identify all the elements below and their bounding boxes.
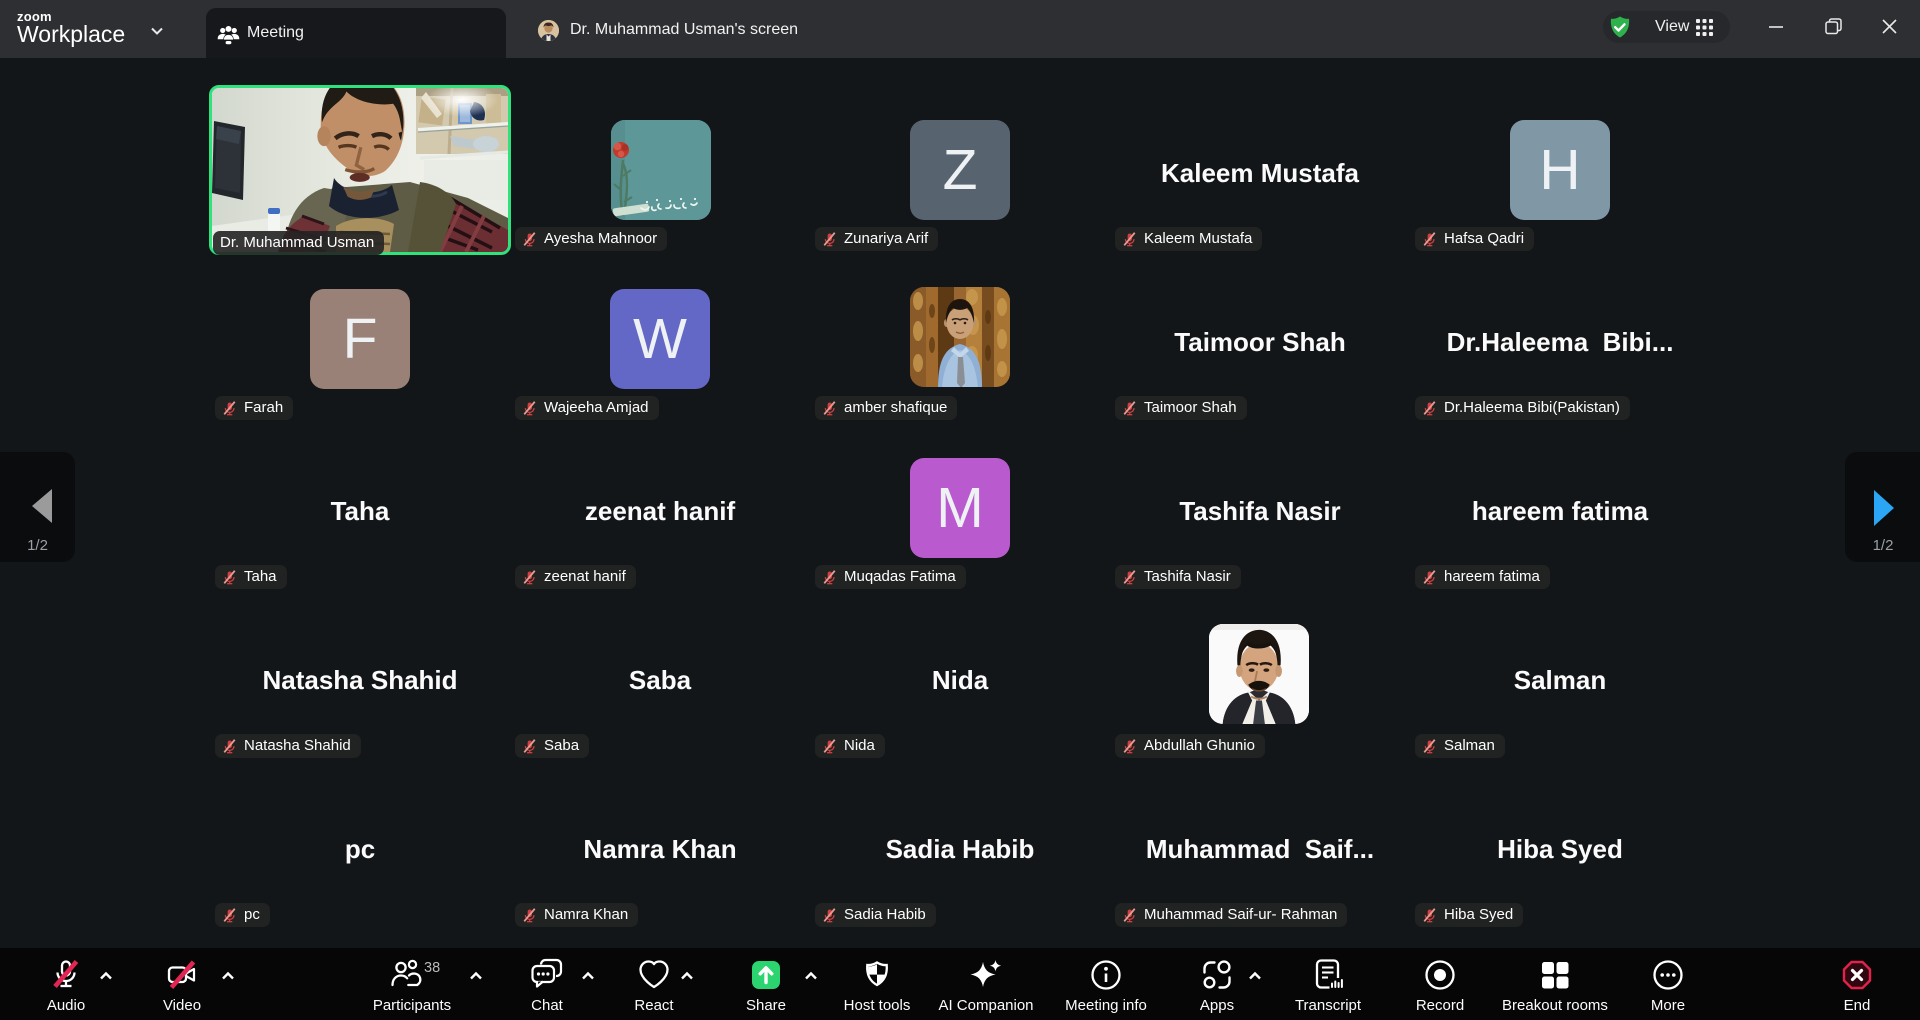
svg-text:38: 38 <box>424 960 440 976</box>
